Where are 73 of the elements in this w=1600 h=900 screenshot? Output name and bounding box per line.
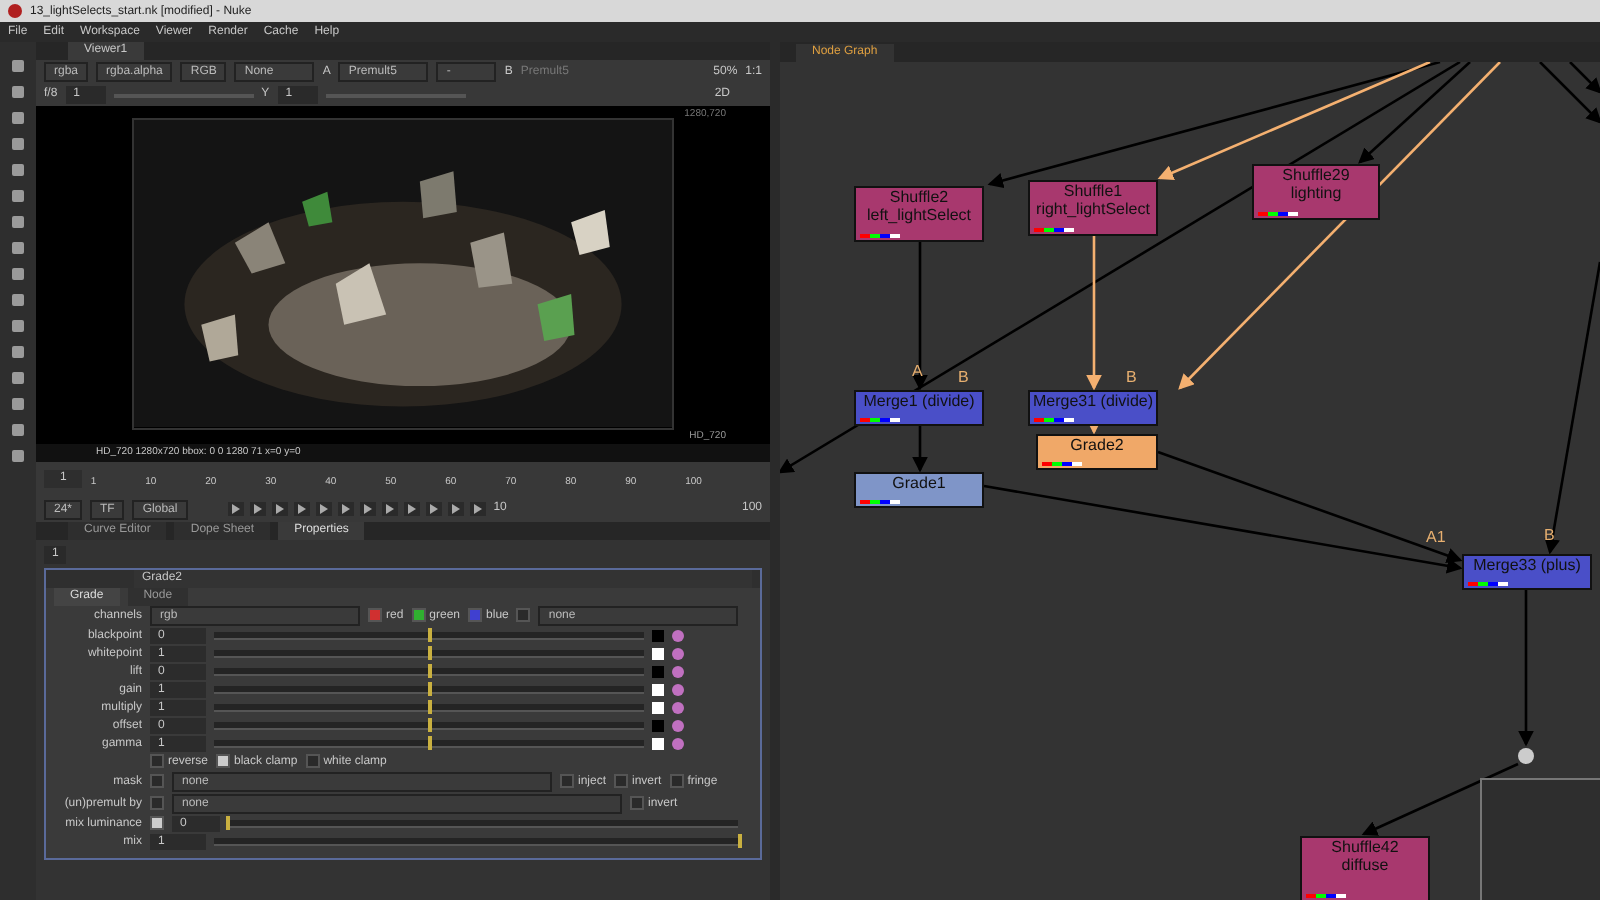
node-title: Merge33 (plus)	[1473, 556, 1581, 574]
color-swatch[interactable]	[652, 647, 664, 659]
color-swatch[interactable]	[652, 701, 664, 713]
node-subtitle: right_lightSelect	[1036, 200, 1150, 218]
graph-node[interactable]: Grade1	[854, 472, 984, 508]
node-title: Grade2	[1070, 436, 1124, 454]
channel-indicator-icon	[1034, 418, 1074, 422]
input-label: A	[912, 364, 923, 380]
channel-indicator-icon	[1034, 228, 1074, 232]
checkbox[interactable]	[150, 816, 164, 830]
playback-icon[interactable]	[469, 502, 486, 516]
node-title: Shuffle29	[1282, 166, 1350, 184]
input-label: B	[1544, 528, 1555, 544]
checkbox[interactable]	[669, 774, 684, 788]
channel-indicator-icon	[1306, 894, 1346, 898]
checkbox[interactable]	[150, 796, 164, 810]
color-swatch[interactable]	[652, 719, 664, 731]
slider-handle[interactable]	[427, 735, 431, 749]
checkbox[interactable]	[216, 754, 231, 768]
slider-handle[interactable]	[226, 815, 230, 829]
channel-indicator-icon	[1468, 582, 1508, 586]
color-swatch[interactable]	[652, 629, 664, 641]
input-label: A1	[1426, 530, 1446, 546]
checkbox[interactable]	[614, 774, 629, 788]
playback-icon[interactable]	[249, 502, 266, 516]
playback-icon[interactable]	[227, 502, 244, 516]
playback-icon[interactable]	[271, 502, 288, 516]
node-title: Shuffle42	[1331, 838, 1399, 856]
graph-node[interactable]: Grade2	[1036, 434, 1158, 470]
checkbox[interactable]	[368, 608, 382, 622]
slider-handle[interactable]	[738, 833, 742, 847]
playback-icon[interactable]	[403, 502, 420, 516]
node-title: Grade1	[892, 474, 946, 492]
color-swatch[interactable]	[652, 665, 664, 677]
node-subtitle: left_lightSelect	[866, 206, 972, 224]
input-label: B	[1126, 370, 1137, 386]
playback-icon[interactable]	[337, 502, 354, 516]
input-label: B	[958, 370, 969, 386]
slider-handle[interactable]	[427, 663, 431, 677]
node-title: Merge1 (divide)	[863, 392, 975, 410]
slider-handle[interactable]	[427, 681, 431, 695]
color-swatch[interactable]	[652, 737, 664, 749]
slider-handle[interactable]	[427, 645, 431, 659]
node-title: Merge31 (divide)	[1032, 392, 1154, 410]
checkbox[interactable]	[630, 796, 644, 810]
playback-icon[interactable]	[315, 502, 332, 516]
slider-handle[interactable]	[427, 717, 431, 731]
playback-icon[interactable]	[381, 502, 398, 516]
checkbox[interactable]	[411, 608, 426, 622]
app-logo-icon	[8, 4, 22, 18]
playback-icon[interactable]	[293, 502, 310, 516]
node-title: Shuffle2	[889, 188, 949, 206]
checkbox[interactable]	[305, 754, 320, 768]
node-subtitle: lighting	[1290, 184, 1342, 202]
node-subtitle: diffuse	[1341, 856, 1389, 874]
channel-indicator-icon	[1042, 462, 1082, 466]
channel-indicator-icon	[860, 234, 900, 238]
playback-icon[interactable]	[447, 502, 464, 516]
color-swatch[interactable]	[652, 683, 664, 695]
channel-indicator-icon	[860, 418, 900, 422]
playback-icon[interactable]	[425, 502, 442, 516]
checkbox[interactable]	[468, 608, 483, 622]
checkbox[interactable]	[150, 754, 164, 768]
node-title: Shuffle1	[1063, 182, 1123, 200]
dot-node[interactable]	[1518, 748, 1534, 764]
channel-indicator-icon	[1258, 212, 1298, 216]
checkbox[interactable]	[560, 774, 574, 788]
playback-icon[interactable]	[359, 502, 376, 516]
slider-handle[interactable]	[427, 627, 431, 641]
channel-indicator-icon	[860, 500, 900, 504]
checkbox[interactable]	[150, 774, 164, 788]
checkbox[interactable]	[516, 608, 531, 622]
slider-handle[interactable]	[427, 699, 431, 713]
